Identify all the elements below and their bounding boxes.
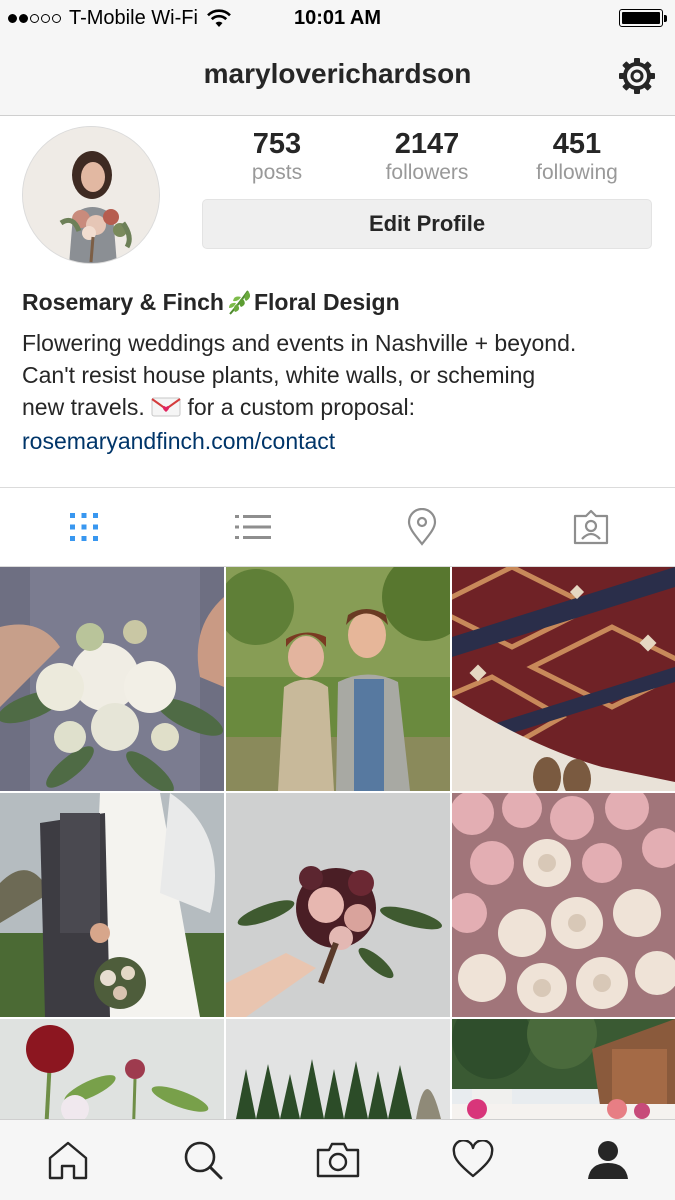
- bio-line-1: Flowering weddings and events in Nashvil…: [22, 330, 577, 356]
- heart-icon: [452, 1140, 493, 1178]
- posts-count: 753: [252, 128, 302, 160]
- tab-map[interactable]: [338, 488, 507, 566]
- status-time: 10:01 AM: [293, 7, 382, 29]
- location-pin-icon: [407, 508, 436, 546]
- tab-home[interactable]: [0, 1120, 135, 1200]
- edit-profile-button[interactable]: Edit Profile: [202, 199, 652, 249]
- following-count: 451: [552, 128, 602, 160]
- photo-bride-groom-embrace[interactable]: [0, 793, 224, 1017]
- love-letter-icon: [151, 397, 181, 417]
- tab-profile[interactable]: [540, 1120, 675, 1200]
- list-icon: [235, 515, 272, 539]
- following-label: following: [536, 161, 618, 184]
- photo-evergreen-trees[interactable]: [226, 1019, 450, 1119]
- home-icon: [48, 1141, 87, 1180]
- bio-line-3a: new travels.: [22, 394, 152, 420]
- bio-text: Flowering weddings and events in Nashvil…: [22, 327, 662, 423]
- tab-tagged[interactable]: [506, 488, 675, 566]
- profile-header-bar: maryloverichardson: [0, 36, 675, 116]
- status-bar: T-Mobile Wi-Fi 10:01 AM: [0, 0, 675, 36]
- profile-view-tabs: [0, 487, 675, 567]
- photo-grid: [0, 567, 675, 1119]
- profile-display-name: Rosemary & Finch Floral Design: [22, 287, 400, 317]
- website-link[interactable]: rosemaryandfinch.com/contact: [22, 428, 335, 455]
- gear-icon[interactable]: [617, 56, 657, 96]
- bio-line-2: Can't resist house plants, white walls, …: [22, 362, 536, 388]
- photo-burgundy-bouquet[interactable]: [226, 793, 450, 1017]
- tab-camera[interactable]: [270, 1120, 405, 1200]
- bio-line-3b: for a custom proposal:: [181, 394, 416, 420]
- followers-label: followers: [385, 161, 469, 184]
- profile-stats: 753 posts 2147 followers 451 following: [202, 128, 652, 186]
- username-title: maryloverichardson: [203, 58, 472, 89]
- camera-icon: [316, 1142, 359, 1178]
- following-stat[interactable]: 451 following: [502, 128, 652, 186]
- battery-icon: [619, 9, 667, 27]
- search-icon: [184, 1141, 222, 1180]
- grid-icon: [70, 513, 99, 541]
- photo-persian-rug[interactable]: [452, 567, 675, 791]
- avatar[interactable]: [22, 126, 160, 264]
- display-name-part2: Floral Design: [253, 289, 400, 315]
- photo-red-ranunculus[interactable]: [0, 1019, 224, 1119]
- tab-activity[interactable]: [405, 1120, 540, 1200]
- profile-icon: [587, 1141, 628, 1179]
- bio-line-3: new travels. for a custom proposal:: [22, 391, 662, 423]
- tab-search[interactable]: [135, 1120, 270, 1200]
- tagged-photos-icon: [573, 509, 608, 545]
- photo-pink-white-roses[interactable]: [452, 793, 675, 1017]
- tab-grid[interactable]: [0, 488, 169, 566]
- photo-outdoor-reception[interactable]: [452, 1019, 675, 1119]
- herb-leaf-icon: [228, 290, 251, 315]
- followers-stat[interactable]: 2147 followers: [352, 128, 502, 186]
- bottom-tab-bar: [0, 1119, 675, 1200]
- tab-list[interactable]: [169, 488, 338, 566]
- photo-bridal-bouquet-white[interactable]: [0, 567, 224, 791]
- followers-count: 2147: [394, 128, 460, 160]
- display-name-part1: Rosemary & Finch: [22, 289, 224, 315]
- posts-label: posts: [251, 161, 303, 184]
- photo-couple-portrait[interactable]: [226, 567, 450, 791]
- posts-stat[interactable]: 753 posts: [202, 128, 352, 186]
